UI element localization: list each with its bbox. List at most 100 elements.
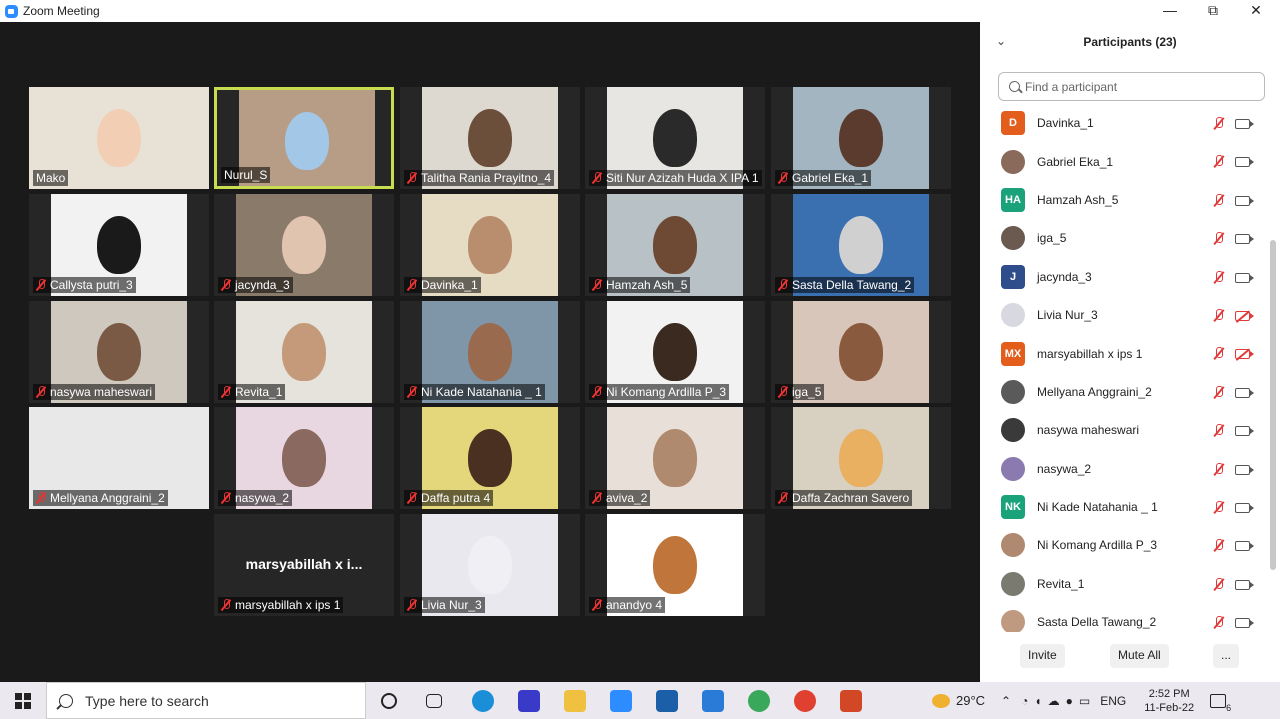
video-off-icon[interactable] [1235, 310, 1254, 321]
tile-name-text: Hamzah Ash_5 [606, 278, 688, 292]
video-tile[interactable]: aviva_2 [585, 407, 765, 509]
mic-muted-icon[interactable] [1213, 270, 1225, 284]
video-tile[interactable]: anandyo 4 [585, 514, 765, 616]
taskbar-search-box[interactable]: Type here to search [46, 682, 366, 719]
video-tile[interactable]: nasywa_2 [214, 407, 394, 509]
zoom-icon[interactable] [610, 690, 632, 712]
video-tile[interactable]: Ni Kade Natahania _ 1 [400, 301, 580, 403]
video-icon[interactable] [1235, 541, 1254, 552]
participant-row[interactable]: Jjacynda_3 [980, 258, 1270, 296]
mic-muted-icon[interactable] [1213, 462, 1225, 476]
participant-search-placeholder: Find a participant [1025, 79, 1118, 94]
video-tile[interactable]: Mellyana Anggraini_2 [29, 407, 209, 509]
mail-icon[interactable] [702, 690, 724, 712]
mic-muted-icon[interactable] [1213, 616, 1225, 629]
participant-search-input[interactable]: Find a participant [998, 72, 1265, 101]
participant-row[interactable]: nasywa_2 [980, 450, 1270, 488]
video-tile[interactable]: Mako [29, 87, 209, 189]
edge-icon[interactable] [472, 690, 494, 712]
more-button[interactable]: ... [1213, 644, 1240, 668]
notification-icon[interactable]: 6 [1210, 693, 1232, 713]
participant-status-icons [1213, 616, 1254, 629]
participant-row[interactable]: Sasta Della Tawang_2 [980, 603, 1270, 632]
clock[interactable]: 2:52 PM 11-Feb-22 [1144, 687, 1194, 715]
participant-row[interactable]: HA Hamzah Ash_5 [980, 181, 1270, 219]
video-tile[interactable]: Livia Nur_3 [400, 514, 580, 616]
video-tile[interactable]: Davinka_1 [400, 194, 580, 296]
video-tile[interactable]: marsyabillah x i... marsyabillah x ips 1 [214, 514, 394, 616]
video-icon[interactable] [1235, 195, 1254, 206]
mic-muted-icon[interactable] [1213, 193, 1225, 207]
mic-muted-icon[interactable] [1213, 155, 1225, 168]
video-icon[interactable] [1235, 157, 1254, 168]
restore-button[interactable]: ⧉ [1203, 2, 1223, 19]
invite-button[interactable]: Invite [1020, 644, 1065, 668]
participant-row[interactable]: D Davinka_1 [980, 104, 1270, 142]
participant-row[interactable]: Livia Nur_3 [980, 296, 1270, 334]
video-tile[interactable]: Callysta putri_3 [29, 194, 209, 296]
weather-icon[interactable] [932, 693, 950, 708]
participant-row[interactable]: MX marsyabillah x ips 1 [980, 334, 1270, 372]
video-tile[interactable]: Nurul_S [214, 87, 394, 189]
microphone-icon[interactable]: ● [1066, 694, 1073, 708]
mic-muted-icon[interactable] [1213, 424, 1225, 437]
participant-row[interactable]: Ni Komang Ardilla P_3 [980, 526, 1270, 564]
powerpoint-icon[interactable] [840, 690, 862, 712]
mute-all-button[interactable]: Mute All [1110, 644, 1169, 668]
video-tile[interactable]: Talitha Rania Prayitno_4 [400, 87, 580, 189]
video-icon[interactable] [1235, 502, 1254, 513]
video-tile[interactable]: Sasta Della Tawang_2 [771, 194, 951, 296]
close-button[interactable]: ✕ [1246, 2, 1266, 19]
video-tile[interactable]: Hamzah Ash_5 [585, 194, 765, 296]
network-icon[interactable]: ◔ [1021, 694, 1028, 708]
chevron-up-icon[interactable]: ⌃ [1001, 694, 1011, 708]
participant-row[interactable]: Mellyana Anggraini_2 [980, 373, 1270, 411]
app-icon[interactable] [518, 690, 540, 712]
mic-muted-icon[interactable] [1213, 500, 1225, 514]
cortana-icon[interactable] [381, 693, 397, 709]
mic-muted-icon[interactable] [1213, 232, 1225, 245]
video-tile[interactable]: Daffa Zachran Savero [771, 407, 951, 509]
video-tile[interactable]: Siti Nur Azizah Huda X IPA 1 [585, 87, 765, 189]
start-button[interactable] [0, 682, 46, 719]
video-tile[interactable]: Gabriel Eka_1 [771, 87, 951, 189]
mic-muted-icon[interactable] [1213, 308, 1225, 322]
video-tile[interactable]: Ni Komang Ardilla P_3 [585, 301, 765, 403]
video-icon[interactable] [1235, 464, 1254, 475]
video-tile[interactable]: iga_5 [771, 301, 951, 403]
participant-row[interactable]: NK Ni Kade Natahania _ 1 [980, 488, 1270, 526]
mic-muted-icon[interactable] [1213, 347, 1225, 360]
language-indicator[interactable]: ENG [1100, 694, 1126, 708]
store-icon[interactable] [656, 690, 678, 712]
video-tile[interactable]: nasywa maheswari [29, 301, 209, 403]
participant-row[interactable]: Gabriel Eka_1 [980, 142, 1270, 180]
battery-icon[interactable]: ▭ [1079, 694, 1090, 708]
mic-muted-icon[interactable] [1213, 385, 1225, 399]
video-icon[interactable] [1235, 618, 1254, 629]
video-icon[interactable] [1235, 426, 1254, 437]
participant-row[interactable]: iga_5 [980, 219, 1270, 257]
chrome-profile-icon[interactable] [794, 690, 816, 712]
file-explorer-icon[interactable] [564, 690, 586, 712]
video-icon[interactable] [1235, 234, 1254, 245]
cloud-icon[interactable]: ☁ [1048, 694, 1060, 708]
chrome-icon[interactable] [748, 690, 770, 712]
video-off-icon[interactable] [1235, 349, 1254, 360]
video-icon[interactable] [1235, 387, 1254, 398]
video-tile[interactable]: Revita_1 [214, 301, 394, 403]
volume-icon[interactable]: ◖ [1034, 694, 1041, 708]
mic-muted-icon[interactable] [1213, 117, 1225, 130]
participant-row[interactable]: Revita_1 [980, 565, 1270, 603]
video-icon[interactable] [1235, 272, 1254, 283]
participants-scrollbar[interactable] [1270, 240, 1276, 570]
mic-muted-icon [407, 279, 417, 291]
mic-muted-icon[interactable] [1213, 539, 1225, 552]
mic-muted-icon[interactable] [1213, 577, 1225, 591]
video-icon[interactable] [1235, 579, 1254, 590]
minimize-button[interactable]: — [1160, 2, 1180, 18]
video-tile[interactable]: jacynda_3 [214, 194, 394, 296]
task-view-icon[interactable] [426, 694, 442, 708]
video-icon[interactable] [1235, 119, 1254, 129]
video-tile[interactable]: Daffa putra 4 [400, 407, 580, 509]
participant-row[interactable]: nasywa maheswari [980, 411, 1270, 449]
